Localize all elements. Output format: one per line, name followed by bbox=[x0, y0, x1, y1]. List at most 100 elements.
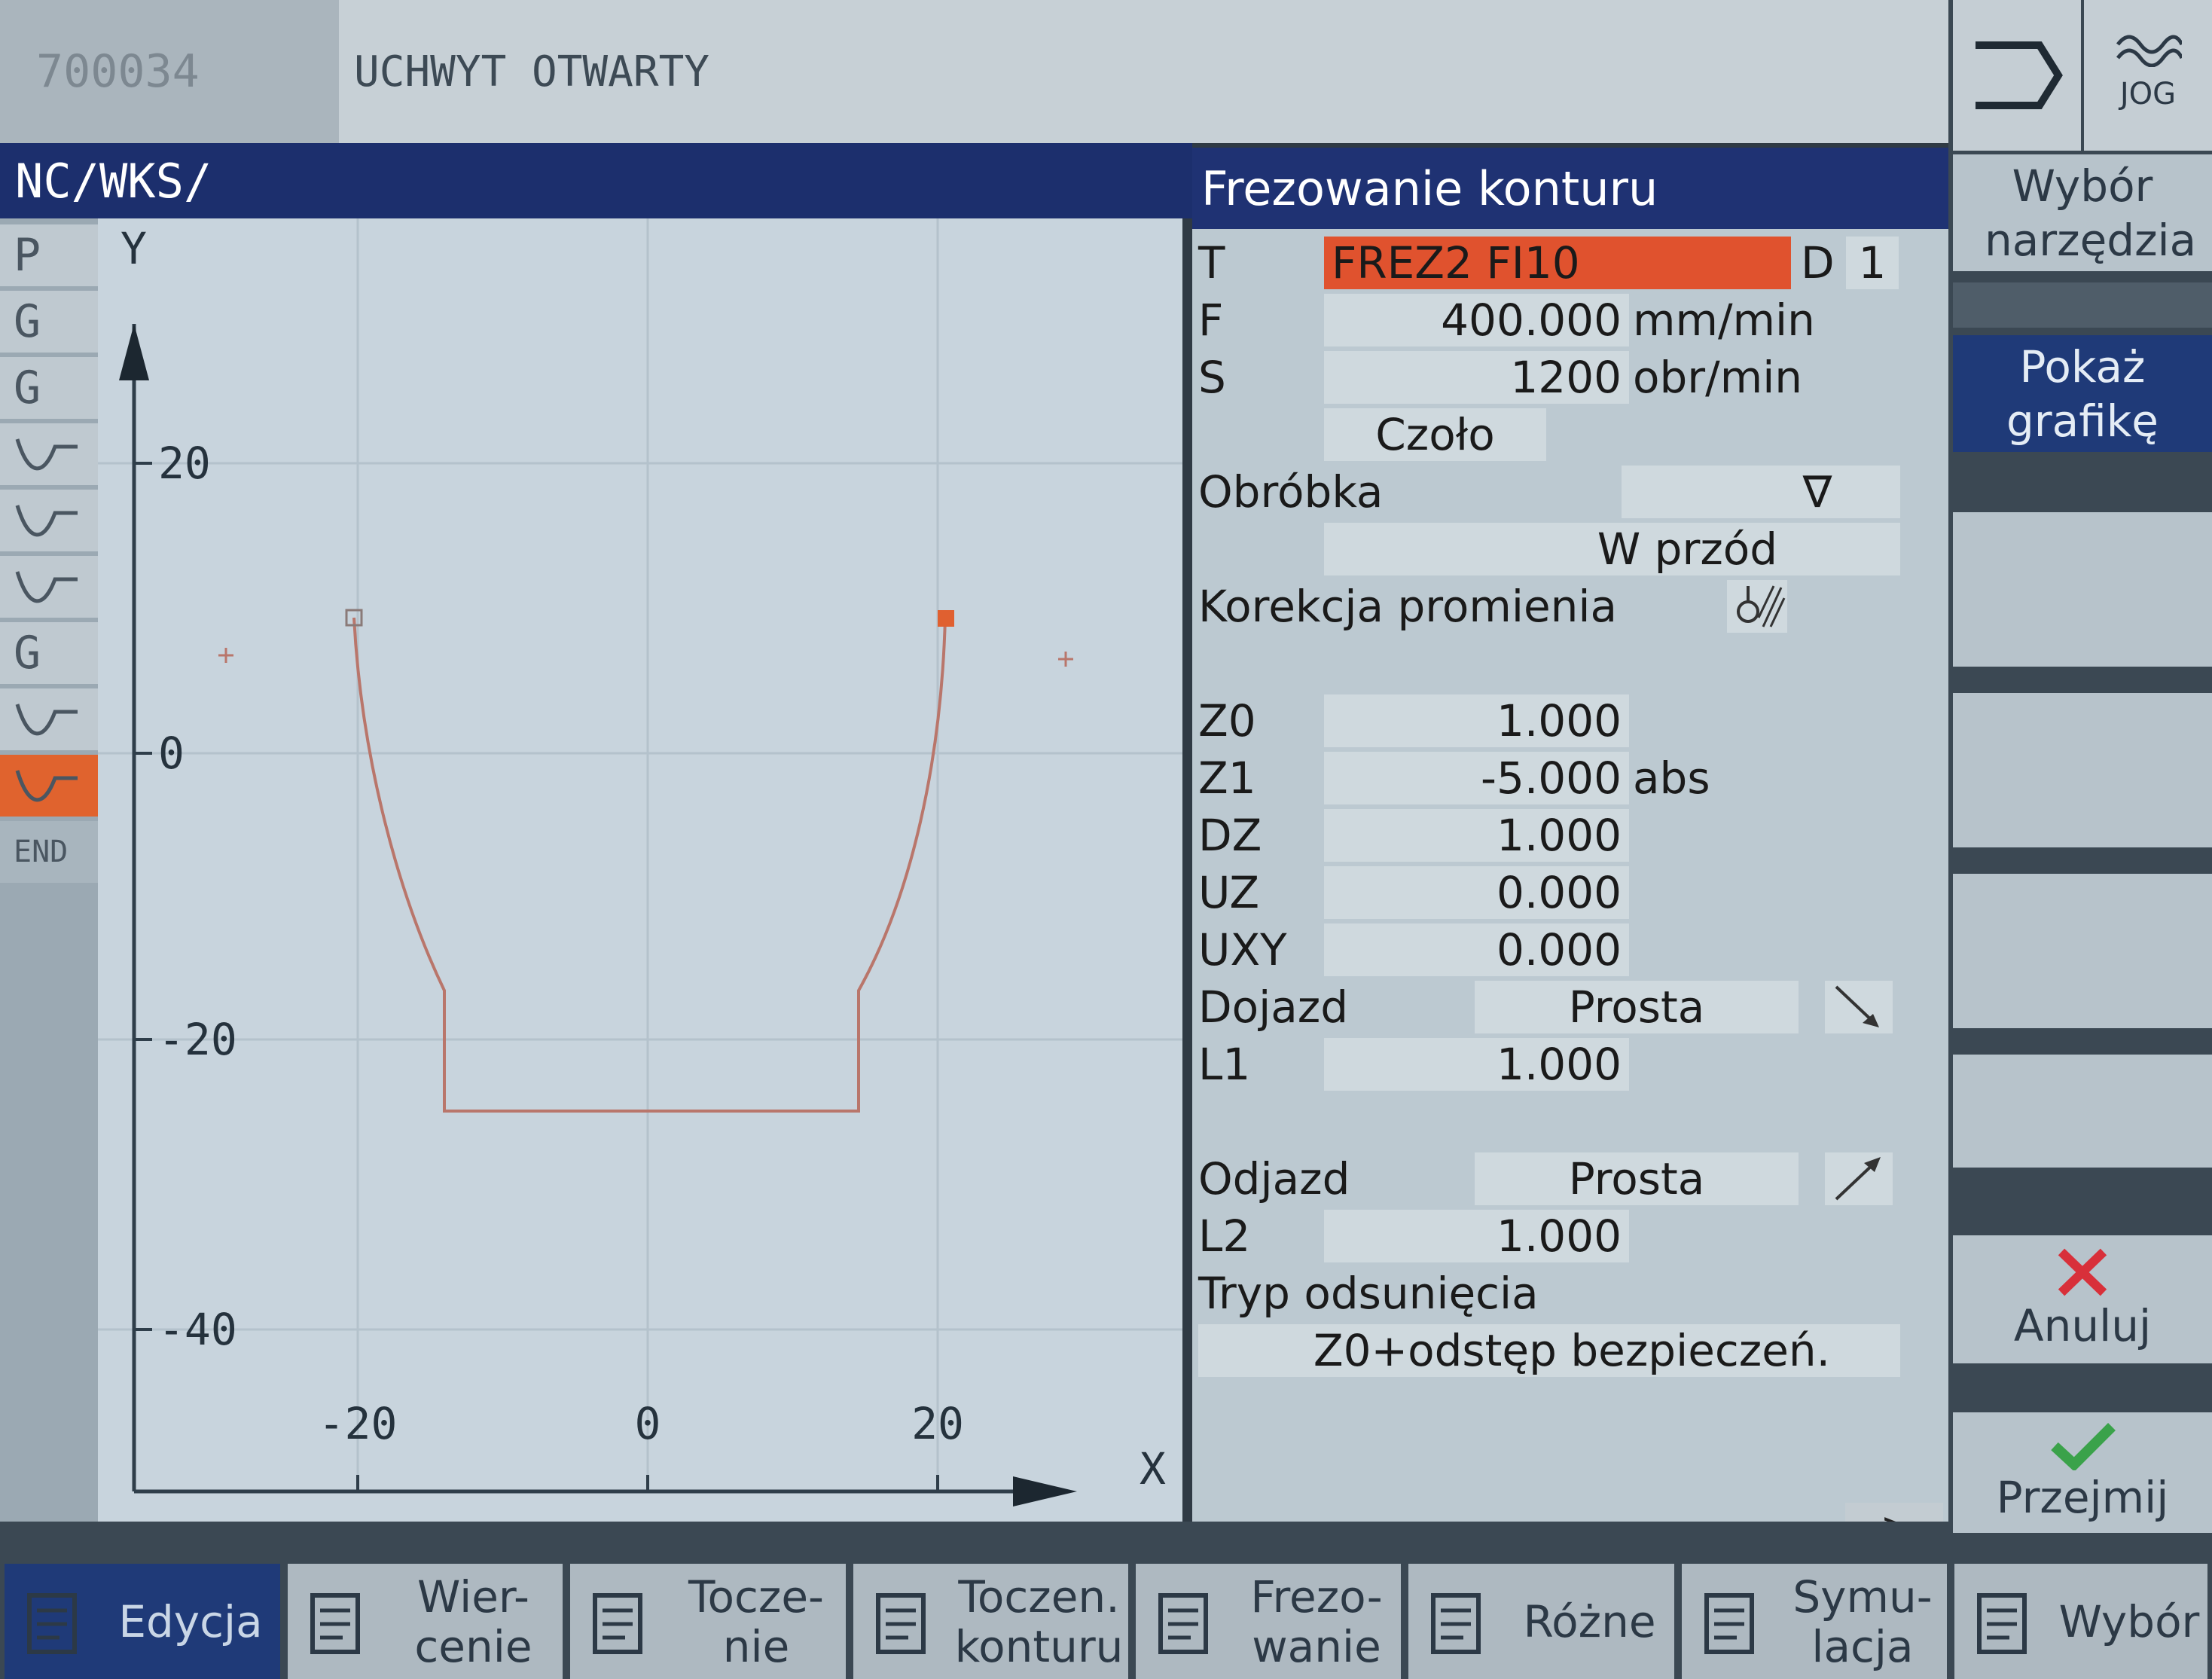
d-field[interactable]: 1 bbox=[1846, 237, 1899, 289]
softkey-label: Frezo- wanie bbox=[1250, 1571, 1383, 1672]
softkey-misc-nc[interactable]: Różne bbox=[1408, 1564, 1674, 1679]
turning-icon bbox=[584, 1580, 667, 1663]
softkey-simulation[interactable]: Symu- lacja bbox=[1682, 1564, 1947, 1679]
contour-path bbox=[352, 617, 947, 1113]
feed-label: F bbox=[1198, 295, 1224, 346]
y-tick-label: -20 bbox=[158, 1014, 237, 1065]
direction-field[interactable]: W przód bbox=[1324, 523, 1900, 575]
program-bracket-icon bbox=[1976, 41, 2063, 109]
accept-check-icon bbox=[2051, 1423, 2116, 1470]
retract-field[interactable]: Prosta bbox=[1475, 1152, 1799, 1205]
jog-indicator: JOG bbox=[2084, 0, 2212, 151]
l1-label: L1 bbox=[1198, 1039, 1251, 1090]
x-tick-label: -20 bbox=[319, 1398, 398, 1449]
tool-label: T bbox=[1198, 237, 1225, 288]
accept-button[interactable]: Przejmij bbox=[1953, 1412, 2212, 1533]
feed-field[interactable]: 400.000 bbox=[1324, 294, 1629, 346]
lift-mode-label: Tryp odsunięcia bbox=[1198, 1268, 1539, 1319]
softkey-contour-turning[interactable]: Toczen. konturu bbox=[853, 1564, 1128, 1679]
cancel-button[interactable]: Anuluj bbox=[1953, 1235, 2212, 1363]
cancel-x-icon bbox=[2058, 1248, 2107, 1296]
block-end[interactable]: END bbox=[0, 821, 98, 883]
softkey-label: Symu- lacja bbox=[1792, 1571, 1933, 1672]
bottom-softkey-bar: Edycja Wier- cenie Tocze- nie Toczen. kontu… bbox=[0, 1522, 2207, 1679]
z0-label: Z0 bbox=[1198, 695, 1256, 746]
speed-field[interactable]: 1200 bbox=[1324, 351, 1629, 404]
pocket-mill-icon[interactable] bbox=[0, 556, 98, 618]
uz-label: UZ bbox=[1198, 867, 1260, 918]
retract-label: Odjazd bbox=[1198, 1153, 1350, 1204]
dz-label: DZ bbox=[1198, 810, 1262, 861]
accept-label: Przejmij bbox=[1996, 1472, 2169, 1523]
y-tick-label: -40 bbox=[158, 1304, 237, 1355]
parameter-panel: T FREZ2 FI10 D 1 F 400.000 mm/min S 1200… bbox=[1192, 229, 1948, 1522]
cycle-title: Frezowanie konturu bbox=[1192, 148, 1948, 229]
l2-field[interactable]: 1.000 bbox=[1324, 1210, 1629, 1262]
l1-field[interactable]: 1.000 bbox=[1324, 1038, 1629, 1091]
y-axis-arrow bbox=[119, 324, 149, 380]
pocket-mill-icon[interactable] bbox=[0, 490, 98, 551]
softkey-spacer bbox=[1953, 282, 2212, 328]
softkey-empty-3[interactable] bbox=[1953, 874, 2212, 1028]
approach-arrow-icon bbox=[1825, 981, 1893, 1033]
block-p[interactable]: P bbox=[0, 224, 98, 286]
lift-mode-field[interactable]: Z0+odstęp bezpieczeń. bbox=[1198, 1324, 1900, 1377]
d-label: D bbox=[1801, 237, 1835, 288]
dz-field[interactable]: 1.000 bbox=[1324, 809, 1629, 862]
radius-comp-icon[interactable] bbox=[1727, 580, 1787, 633]
x-axis-label: X bbox=[1140, 1443, 1166, 1494]
contour-graphic-area: 20 0 -20 -40 -20 0 20 Y X bbox=[98, 218, 1182, 1522]
program-block-strip: P G G G END bbox=[0, 218, 98, 1522]
block-g[interactable]: G bbox=[0, 291, 98, 353]
softkey-label: Edycja bbox=[118, 1595, 263, 1647]
softkey-select-nc[interactable]: Wybór bbox=[1954, 1564, 2207, 1679]
z0-field[interactable]: 1.000 bbox=[1324, 694, 1629, 747]
show-graphic-button[interactable]: Pokaż grafikę bbox=[1953, 335, 2212, 452]
curve-icon[interactable] bbox=[0, 688, 98, 750]
coordinate-system-bar: NC/WKS/ bbox=[0, 143, 1192, 218]
softkey-edit[interactable]: Edycja bbox=[5, 1564, 280, 1679]
cancel-label: Anuluj bbox=[2013, 1300, 2152, 1351]
softkey-turning[interactable]: Tocze- nie bbox=[570, 1564, 846, 1679]
drilling-icon bbox=[301, 1580, 384, 1663]
tool-field[interactable]: FREZ2 FI10 bbox=[1324, 237, 1791, 289]
softkey-empty-4[interactable] bbox=[1953, 1055, 2212, 1168]
uxy-field[interactable]: 0.000 bbox=[1324, 923, 1629, 976]
machining-field[interactable]: ∇ bbox=[1622, 466, 1900, 518]
y-axis-label: Y bbox=[121, 223, 147, 274]
approach-label: Dojazd bbox=[1198, 981, 1349, 1033]
select-nc-icon bbox=[1968, 1580, 2051, 1663]
softkey-drilling[interactable]: Wier- cenie bbox=[288, 1564, 563, 1679]
tool-select-button[interactable]: Wybór narzędzia bbox=[1953, 154, 2212, 271]
jog-label: JOG bbox=[2119, 77, 2177, 111]
plane-field[interactable]: Czoło bbox=[1324, 408, 1546, 461]
softkey-label: Toczen. konturu bbox=[954, 1571, 1124, 1672]
simulation-icon bbox=[1695, 1580, 1778, 1663]
softkey-milling[interactable]: Frezo- wanie bbox=[1136, 1564, 1401, 1679]
x-tick-label: 20 bbox=[911, 1398, 964, 1449]
uxy-label: UXY bbox=[1198, 924, 1287, 975]
softkey-empty-1[interactable] bbox=[1953, 512, 2212, 667]
edit-icon bbox=[18, 1580, 101, 1663]
speed-unit: obr/min bbox=[1633, 352, 1803, 403]
softkey-empty-2[interactable] bbox=[1953, 693, 2212, 847]
contour-end-marker bbox=[938, 610, 954, 627]
uz-field[interactable]: 0.000 bbox=[1324, 866, 1629, 919]
contour-turning-icon bbox=[867, 1580, 950, 1663]
approach-field[interactable]: Prosta bbox=[1475, 981, 1799, 1033]
z1-field[interactable]: -5.000 bbox=[1324, 752, 1629, 804]
block-g[interactable]: G bbox=[0, 622, 98, 684]
jog-wave-icon bbox=[2116, 35, 2182, 67]
misc-nc-icon bbox=[1422, 1580, 1505, 1663]
y-tick-label: 0 bbox=[158, 728, 185, 779]
softkey-label: Wier- cenie bbox=[414, 1571, 532, 1672]
program-name: UCHWYT OTWARTY bbox=[354, 47, 710, 96]
y-tick-label: 20 bbox=[158, 438, 211, 489]
softkey-label: Różne bbox=[1523, 1595, 1656, 1647]
block-g[interactable]: G bbox=[0, 357, 98, 419]
machining-label: Obróbka bbox=[1198, 466, 1384, 517]
mode-indicator bbox=[1953, 0, 2081, 151]
retract-arrow-icon bbox=[1825, 1152, 1893, 1205]
contour-mill-icon[interactable] bbox=[0, 755, 98, 817]
contour-icon[interactable] bbox=[0, 423, 98, 485]
